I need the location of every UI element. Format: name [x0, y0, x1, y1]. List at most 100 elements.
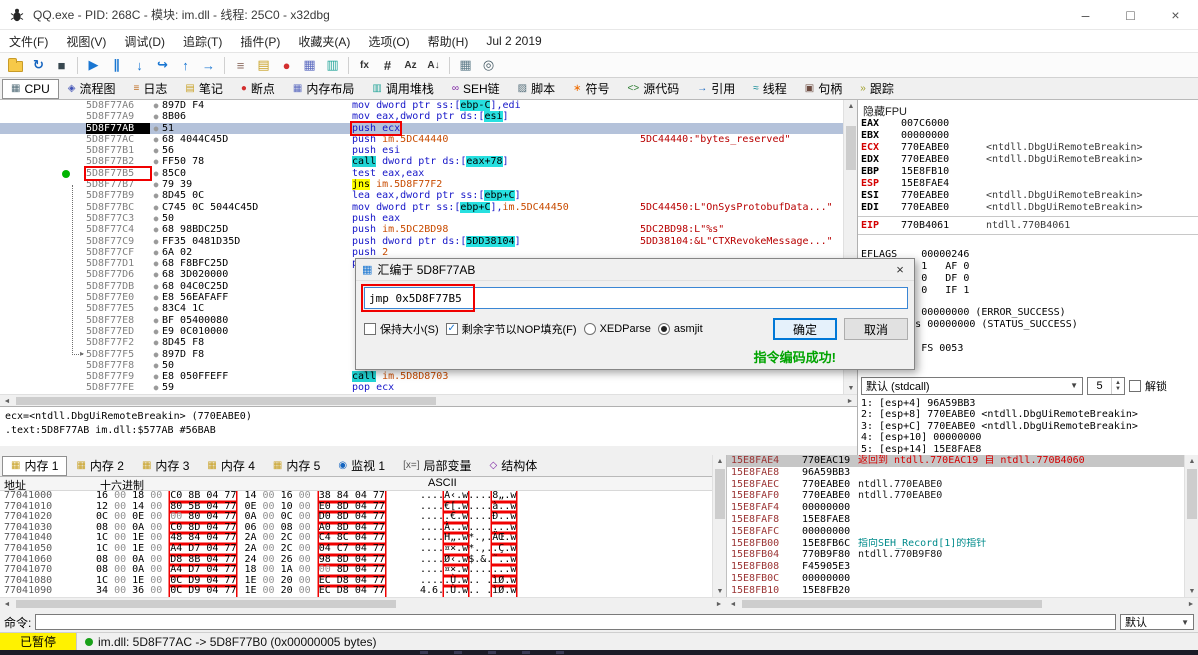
run-to-cursor-icon[interactable]: → — [197, 55, 220, 76]
tab-notes[interactable]: ▤ 笔记 — [176, 79, 231, 99]
stack-pane[interactable]: 15E8FAE4 770EAC19 返回到 ntdll.770EAC19 自 ntd… — [726, 455, 1184, 597]
command-input[interactable] — [35, 614, 1116, 630]
keep-size-option[interactable]: 保持大小(S) — [364, 321, 439, 337]
disasm-row[interactable]: 5D8F77A9 ● 8B06 mov eax,dword ptr ds:[esi] — [0, 111, 843, 123]
xedparse-option[interactable]: XEDParse — [583, 323, 651, 335]
tab-log[interactable]: ≡ 日志 — [125, 79, 177, 99]
disasm-row[interactable]: 5D8F77CF ● 6A 02 push 2 — [0, 247, 843, 258]
ok-button[interactable]: 确定 — [773, 318, 837, 340]
pause-icon[interactable]: ∥ — [105, 55, 128, 76]
stack-vertical-scrollbar[interactable]: ▲ ▼ — [1184, 455, 1198, 597]
disasm-row[interactable]: 5D8F77B7 ● 79 39 jns im.5D8F77F2 — [0, 179, 843, 191]
windows-taskbar[interactable] — [0, 650, 1198, 655]
step-into-icon[interactable]: ↓ — [128, 55, 151, 76]
scroll-thumb[interactable] — [16, 397, 436, 405]
menu-item-trace[interactable]: 追踪(T) — [174, 33, 231, 50]
stack-row[interactable]: 15E8FB08 F45905E3 — [727, 561, 1184, 573]
disasm-row[interactable]: 5D8F77BC ● C745 0C 5044C45D mov dword ptr s… — [0, 201, 843, 213]
disasm-row[interactable]: 5D8F77A6 ● 897D F4 mov dword ptr ss:[ebp-C]… — [0, 100, 843, 111]
tab-struct[interactable]: ◇ 结构体 — [481, 456, 547, 476]
tab-seh[interactable]: ∞ SEH链 — [443, 79, 509, 99]
stack-row[interactable]: 15E8FAE8 96A59BB3 — [727, 467, 1184, 479]
disasm-row[interactable]: 5D8F77B9 ● 8D45 0C lea eax,dword ptr ss:[eb… — [0, 190, 843, 202]
search-icon[interactable]: ◎ — [477, 55, 500, 76]
sort-az-icon[interactable]: A↓ — [422, 55, 445, 76]
stack-row[interactable]: 15E8FAF4 00000000 — [727, 502, 1184, 514]
keep-size-checkbox[interactable] — [364, 323, 376, 335]
xedparse-radio[interactable] — [583, 323, 596, 335]
scroll-down-icon[interactable]: ▼ — [713, 585, 727, 597]
asmjit-option[interactable]: asmjit — [657, 323, 703, 335]
register-row[interactable]: EIP 770B4061 ntdll.770B4061 — [858, 220, 1198, 232]
stack-row[interactable]: 15E8FAE4 770EAC19 返回到 ntdll.770EAC19 自 ntd… — [727, 455, 1184, 467]
menu-item-favourites[interactable]: 收藏夹(A) — [289, 33, 359, 50]
menu-item-file[interactable]: 文件(F) — [0, 33, 57, 50]
cancel-button[interactable]: 取消 — [844, 318, 908, 340]
disasm-row[interactable]: 5D8F77B5 ● 85C0 test eax,eax — [0, 168, 843, 179]
scroll-up-icon[interactable]: ▲ — [713, 455, 727, 467]
log-icon[interactable]: ≡ — [229, 55, 252, 76]
dialog-close-button[interactable]: × — [886, 259, 914, 281]
scroll-thumb[interactable] — [16, 600, 396, 608]
tab-dump3[interactable]: ▦ 内存 3 — [133, 456, 198, 476]
dump-horizontal-scrollbar[interactable]: ◄ ► — [0, 597, 726, 609]
call-stack-icon[interactable]: ▥ — [321, 55, 344, 76]
assemble-instruction-input[interactable] — [364, 287, 908, 309]
stack-row[interactable]: 15E8FB04 770B9F80 ntdll.770B9F80 — [727, 549, 1184, 561]
tab-locals[interactable]: [x=] 局部变量 — [394, 456, 480, 476]
hex-dump-pane[interactable]: 77041000 16 00 18 00 C0 8B 04 77 14 00 16 0… — [0, 491, 712, 597]
tab-references[interactable]: → 引用 — [688, 79, 744, 99]
tab-graph[interactable]: ◈ 流程图 — [59, 79, 125, 99]
menu-item-view[interactable]: 视图(V) — [57, 33, 115, 50]
tab-trace[interactable]: » 跟踪 — [851, 79, 903, 99]
breakpoint-dot[interactable] — [62, 169, 70, 178]
command-profile-select[interactable]: 默认 ▼ — [1120, 614, 1194, 630]
tab-symbols[interactable]: ∗ 符号 — [564, 79, 618, 99]
tab-cpu[interactable]: ▦ CPU — [2, 78, 59, 99]
memory-map-icon[interactable]: ▦ — [298, 55, 321, 76]
stack-row[interactable]: 15E8FAEC 770EABE0 ntdll.770EABE0 — [727, 479, 1184, 491]
step-over-icon[interactable]: ↪ — [151, 55, 174, 76]
az-icon[interactable]: Az — [399, 55, 422, 76]
open-file-icon[interactable] — [4, 55, 27, 76]
stepper-arrows-icon[interactable]: ▲ ▼ — [1111, 377, 1124, 394]
register-row[interactable]: ECX 770EABE0 <ntdll.DbgUiRemoteBreakin> — [858, 142, 1198, 154]
menu-item-options[interactable]: 选项(O) — [359, 33, 418, 50]
tab-dump4[interactable]: ▦ 内存 4 — [198, 456, 263, 476]
menu-item-help[interactable]: 帮助(H) — [419, 33, 478, 50]
step-out-icon[interactable]: ↑ — [174, 55, 197, 76]
stack-row[interactable]: 15E8FB0C 00000000 — [727, 573, 1184, 585]
maximize-button[interactable]: □ — [1108, 0, 1153, 30]
notes-icon[interactable]: ▤ — [252, 55, 275, 76]
fill-nop-option[interactable]: ✓ 剩余字节以NOP填充(F) — [445, 321, 577, 337]
disasm-row[interactable]: 5D8F77F9 ● E8 050FFEFF call im.5D8D8703 — [0, 371, 843, 383]
calling-convention-select[interactable]: 默认 (stdcall) ▼ — [861, 376, 1083, 395]
tab-dump1[interactable]: ▦ 内存 1 — [2, 455, 68, 476]
tab-memory-map[interactable]: ▦ 内存布局 — [284, 79, 363, 99]
stack-row[interactable]: 15E8FB10 15E8FB20 — [727, 585, 1184, 597]
stack-row[interactable]: 15E8FAF8 15E8FAE8 — [727, 514, 1184, 526]
disasm-row[interactable]: 5D8F77C9 ● FF35 0481D35D push dword ptr ds:… — [0, 235, 843, 247]
stop-icon[interactable]: ■ — [50, 55, 73, 76]
close-button[interactable]: × — [1153, 0, 1198, 30]
dialog-titlebar[interactable]: ▦ 汇编于 5D8F77AB × — [356, 259, 914, 281]
register-row[interactable]: EBP 15E8FB10 — [858, 166, 1198, 178]
tab-dump2[interactable]: ▦ 内存 2 — [67, 456, 132, 476]
hash-icon[interactable]: # — [376, 55, 399, 76]
menu-item-debug[interactable]: 调试(D) — [115, 33, 174, 50]
tab-script[interactable]: ▨ 脚本 — [509, 79, 564, 99]
disasm-row[interactable]: 5D8F77B1 ● 56 push esi — [0, 145, 843, 156]
register-row[interactable]: EDI 770EABE0 <ntdll.DbgUiRemoteBreakin> — [858, 202, 1198, 214]
disasm-row[interactable]: 5D8F77AB ● 51 push ecx — [0, 122, 843, 134]
scroll-up-icon[interactable]: ▲ — [1185, 455, 1198, 467]
register-row[interactable]: EBX 00000000 — [858, 130, 1198, 142]
unlock-checkbox[interactable] — [1129, 379, 1141, 392]
minimize-button[interactable]: – — [1063, 0, 1108, 30]
scroll-thumb[interactable] — [742, 600, 1042, 608]
stack-horizontal-scrollbar[interactable]: ◄ ► — [726, 597, 1198, 609]
register-row[interactable]: EAX 007C6000 — [858, 118, 1198, 130]
disasm-row[interactable]: 5D8F77C4 ● 68 98BDC25D push im.5DC2BD98 5DC2… — [0, 224, 843, 235]
chip-icon[interactable]: ▦ — [454, 55, 477, 76]
tab-source[interactable]: <> 源代码 — [619, 79, 689, 99]
menu-item-plugins[interactable]: 插件(P) — [231, 33, 289, 50]
